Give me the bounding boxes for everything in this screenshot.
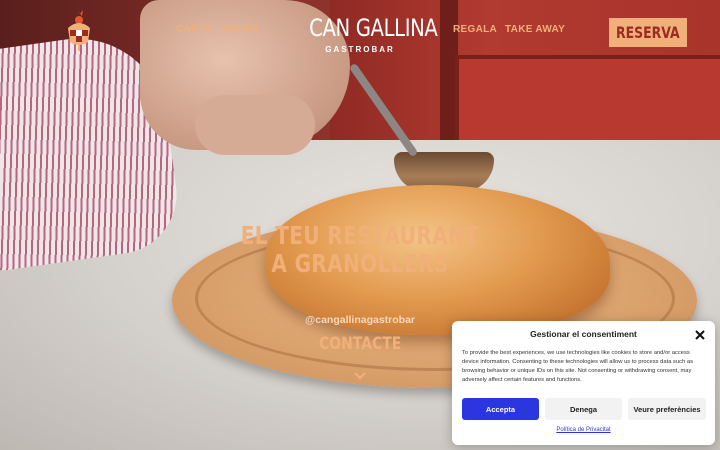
brand-subtitle: GASTROBAR [325, 45, 395, 54]
instagram-link[interactable]: @cangallinagastrobar [290, 314, 430, 326]
consent-description: To provide the best experiences, we use … [462, 350, 694, 383]
brand-name: CAN GALLINA [309, 14, 438, 42]
privacy-policy-link[interactable]: Política de Privacitat [452, 427, 715, 433]
view-preferences-button[interactable]: Veure preferències [628, 398, 706, 420]
hero-headline: EL TEU RESTAURANT A GRANOLLERS [210, 222, 510, 278]
nav-regala[interactable]: REGALA [453, 24, 497, 35]
nav-take-away[interactable]: TAKE AWAY [505, 24, 565, 35]
brand-logo[interactable]: CAN GALLINA GASTROBAR [298, 14, 438, 54]
cookie-consent-dialog: Gestionar el consentiment To provide the… [452, 321, 715, 445]
hero-headline-line1: EL TEU RESTAURANT [240, 221, 480, 250]
deny-button[interactable]: Denega [545, 398, 622, 420]
hero-headline-line2: A GRANOLLERS [271, 249, 449, 278]
nav-grups[interactable]: GRUPS [222, 24, 259, 35]
close-icon[interactable] [694, 328, 706, 340]
contact-link[interactable]: CONTACTE [300, 334, 420, 354]
consent-title: Gestionar el consentiment [530, 329, 637, 339]
contact-link-label: CONTACTE [318, 334, 402, 354]
chevron-down-icon[interactable] [352, 369, 368, 381]
reserve-button[interactable]: RESERVA [609, 18, 687, 47]
nav-carta[interactable]: CARTA [176, 24, 212, 35]
rooster-logo-icon[interactable] [64, 8, 94, 52]
reserve-button-label: RESERVA [616, 23, 680, 42]
accept-button[interactable]: Accepta [462, 398, 539, 420]
background-fingers [195, 95, 315, 155]
